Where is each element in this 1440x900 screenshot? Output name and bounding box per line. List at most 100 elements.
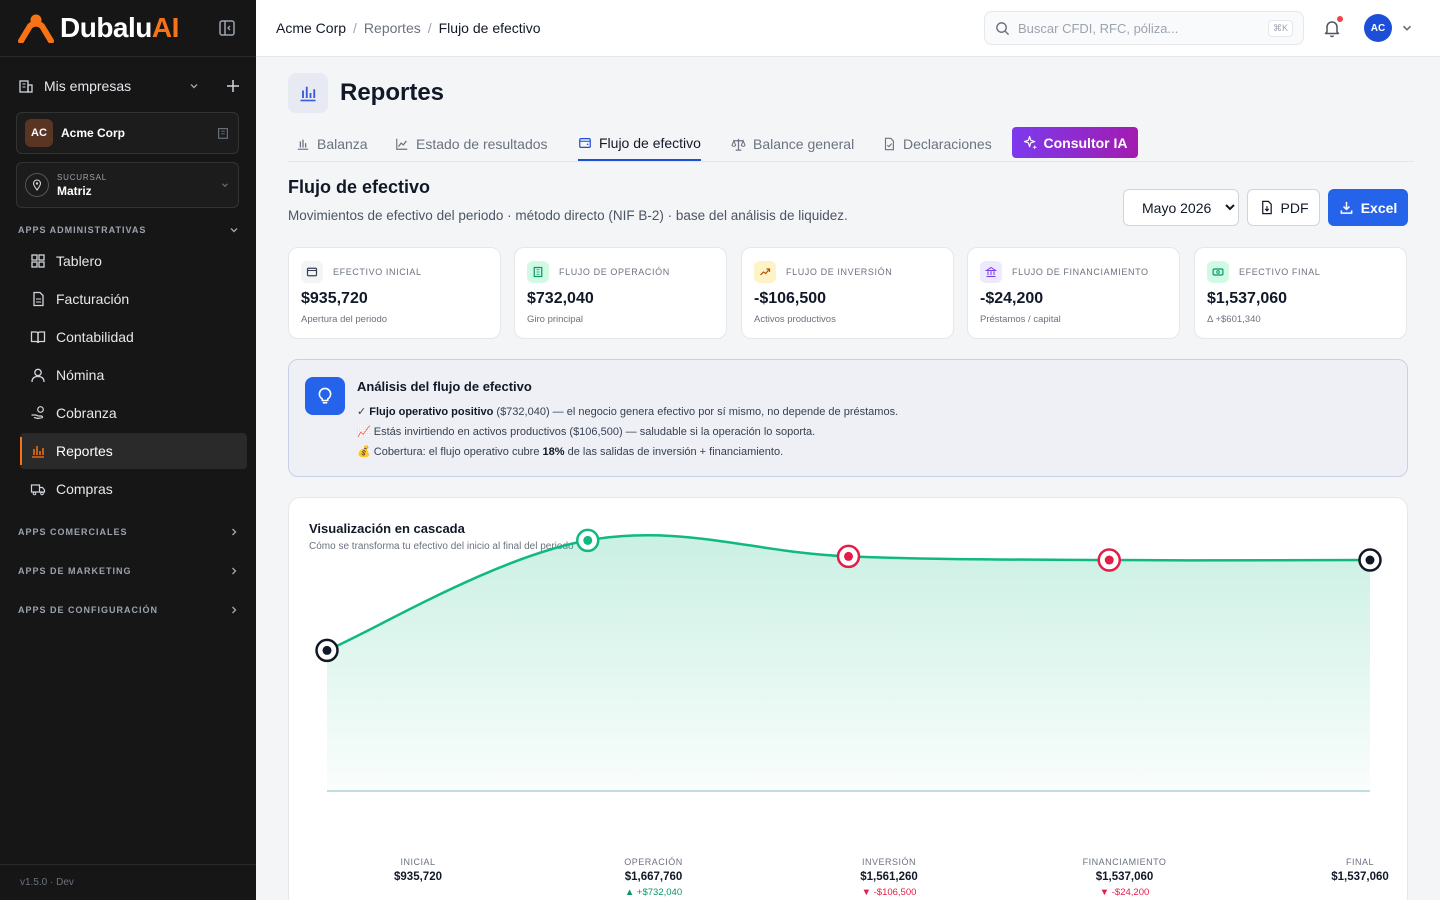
chart-category-label: FINANCIAMIENTO	[1082, 857, 1167, 867]
search-shortcut: ⌘K	[1267, 19, 1293, 37]
breadcrumb-separator: /	[427, 20, 432, 36]
sidebar-item-label: Facturación	[56, 291, 130, 307]
analysis-panel: Análisis del flujo de efectivo ✓ Flujo o…	[288, 359, 1408, 477]
kpi-label: FLUJO DE INVERSIÓN	[786, 267, 893, 277]
chart-column-inicial: INICIAL $935,720	[338, 857, 498, 883]
kpi-value: $935,720	[301, 290, 368, 307]
kpi-footnote: Δ +$601,340	[1207, 314, 1261, 325]
breadcrumb-company[interactable]: Acme Corp	[276, 20, 346, 36]
chart-delta-label: ▼ -$106,500	[861, 887, 917, 898]
search-box[interactable]: ⌘K	[984, 11, 1304, 45]
breadcrumb: Acme Corp / Reportes / Flujo de efectivo	[276, 20, 541, 36]
period-select[interactable]: Mayo 2026	[1123, 189, 1239, 226]
branch-selector[interactable]: SUCURSAL Matriz	[16, 162, 239, 208]
chevron-right-icon	[232, 528, 237, 536]
section-apps-comerciales[interactable]: APPS COMERCIALES	[18, 525, 240, 539]
kpi-flujo-financiamiento: FLUJO DE FINANCIAMIENTO -$24,200 Préstam…	[967, 247, 1180, 339]
consultor-ia-label: Consultor IA	[1043, 134, 1128, 151]
download-icon	[1340, 201, 1353, 214]
section-label: APPS ADMINISTRATIVAS	[18, 225, 147, 235]
tab-balance-general[interactable]: Balance general	[731, 127, 854, 161]
company-selector[interactable]: AC Acme Corp	[16, 112, 239, 154]
chart-delta-label: ▲ +$732,040	[624, 887, 683, 898]
chevron-down-icon[interactable]	[1400, 21, 1414, 35]
sidebar-item-contabilidad[interactable]: Contabilidad	[20, 319, 247, 355]
search-input[interactable]	[1018, 20, 1268, 36]
kpi-efectivo-final: EFECTIVO FINAL $1,537,060 Δ +$601,340	[1194, 247, 1407, 339]
analysis-highlight: Flujo operativo positivo	[369, 406, 494, 418]
sidebar-item-nomina[interactable]: Nómina	[20, 357, 247, 393]
brand-logo[interactable]: DubaluAI	[18, 12, 179, 44]
bar-chart-icon	[300, 86, 316, 102]
chart-point-inversión[interactable]	[836, 544, 861, 569]
tab-label: Balance general	[753, 136, 855, 152]
tab-balanza[interactable]: Balanza	[296, 127, 368, 161]
analysis-title: Análisis del flujo de efectivo	[357, 379, 532, 394]
breadcrumb-reportes[interactable]: Reportes	[364, 20, 421, 36]
chart-column-final: FINAL $1,537,060	[1280, 857, 1440, 883]
chart-point-final[interactable]	[1358, 548, 1382, 572]
brand-mark-icon	[18, 14, 54, 43]
bank-icon	[980, 261, 1002, 283]
avatar[interactable]: AC	[1364, 14, 1392, 42]
section-subtitle: Movimientos de efectivo del periodo · mé…	[288, 208, 848, 223]
sidebar-item-tablero[interactable]: Tablero	[20, 243, 247, 279]
section-apps-configuracion[interactable]: APPS DE CONFIGURACIÓN	[18, 603, 240, 617]
sidebar-item-label: Contabilidad	[56, 329, 134, 345]
analysis-line-cobertura: 💰 Cobertura: el flujo operativo cubre 18…	[357, 445, 783, 458]
chart-point-inicial[interactable]	[315, 638, 339, 663]
section-apps-marketing[interactable]: APPS DE MARKETING	[18, 564, 240, 578]
sidebar-footer-divider	[0, 864, 256, 865]
mis-empresas-toggle[interactable]: Mis empresas	[18, 74, 240, 98]
company-badge: AC	[25, 119, 53, 147]
analysis-text: ✓	[357, 406, 370, 418]
kpi-label: EFECTIVO FINAL	[1239, 267, 1321, 277]
sidebar-item-facturacion[interactable]: Facturación	[20, 281, 247, 317]
kpi-value: -$24,200	[980, 290, 1044, 307]
wallet-icon	[301, 261, 323, 283]
consultor-ia-button[interactable]: Consultor IA	[1012, 127, 1138, 158]
chart-point-financiamiento[interactable]	[1097, 548, 1121, 572]
tab-label: Balanza	[317, 136, 368, 152]
tab-flujo-de-efectivo[interactable]: Flujo de efectivo	[578, 127, 701, 161]
analysis-line-inversion: 📈 Estás invirtiendo en activos productiv…	[357, 426, 816, 438]
analysis-text: de las salidas de inversión + financiami…	[564, 446, 784, 458]
section-title: Flujo de efectivo	[288, 177, 431, 197]
tab-label: Declaraciones	[903, 136, 992, 152]
tab-declaraciones[interactable]: Declaraciones	[882, 127, 992, 161]
collapse-sidebar-icon[interactable]	[218, 19, 236, 37]
kpi-flujo-inversion: FLUJO DE INVERSIÓN -$106,500 Activos pro…	[741, 247, 954, 339]
chart-category-label: INVERSIÓN	[861, 857, 916, 867]
sidebar-item-compras[interactable]: Compras	[20, 471, 247, 507]
excel-label: Excel	[1360, 199, 1398, 216]
tab-label: Estado de resultados	[416, 136, 548, 152]
bar-chart-icon	[32, 446, 44, 458]
building-icon	[19, 80, 33, 93]
chart-category-label: OPERACIÓN	[624, 857, 683, 867]
sidebar-item-label: Compras	[56, 481, 113, 497]
kpi-efectivo-inicial: EFECTIVO INICIAL $935,720 Apertura del p…	[288, 247, 501, 339]
brand-name: Dubalu	[60, 12, 152, 43]
kpi-flujo-operacion: FLUJO DE OPERACIÓN $732,040 Giro princip…	[514, 247, 727, 339]
tab-estado-de-resultados[interactable]: Estado de resultados	[395, 127, 548, 161]
grid-icon	[31, 254, 45, 268]
chart-point-operación[interactable]	[576, 528, 600, 553]
kpi-label: EFECTIVO INICIAL	[333, 267, 422, 277]
breadcrumb-separator: /	[353, 20, 357, 36]
chart-value-label: $1,561,260	[860, 871, 918, 883]
chart-category-label: INICIAL	[400, 857, 436, 867]
sidebar-item-cobranza[interactable]: Cobranza	[20, 395, 247, 431]
chevron-down-icon[interactable]	[188, 80, 200, 92]
chart-category-label: FINAL	[1345, 857, 1374, 867]
export-pdf-button[interactable]: PDF	[1247, 189, 1320, 226]
section-apps-administrativas[interactable]: APPS ADMINISTRATIVAS	[18, 223, 240, 237]
file-download-icon	[1261, 200, 1272, 215]
sidebar-item-label: Cobranza	[56, 405, 117, 421]
sidebar-item-reportes[interactable]: Reportes	[20, 433, 247, 469]
chevron-right-icon	[232, 567, 237, 575]
building-icon	[527, 261, 549, 283]
kpi-label: FLUJO DE FINANCIAMIENTO	[1012, 267, 1149, 277]
add-company-icon[interactable]	[226, 79, 240, 93]
export-excel-button[interactable]: Excel	[1328, 189, 1408, 226]
app-version: v1.5.0 · Dev	[20, 877, 74, 888]
